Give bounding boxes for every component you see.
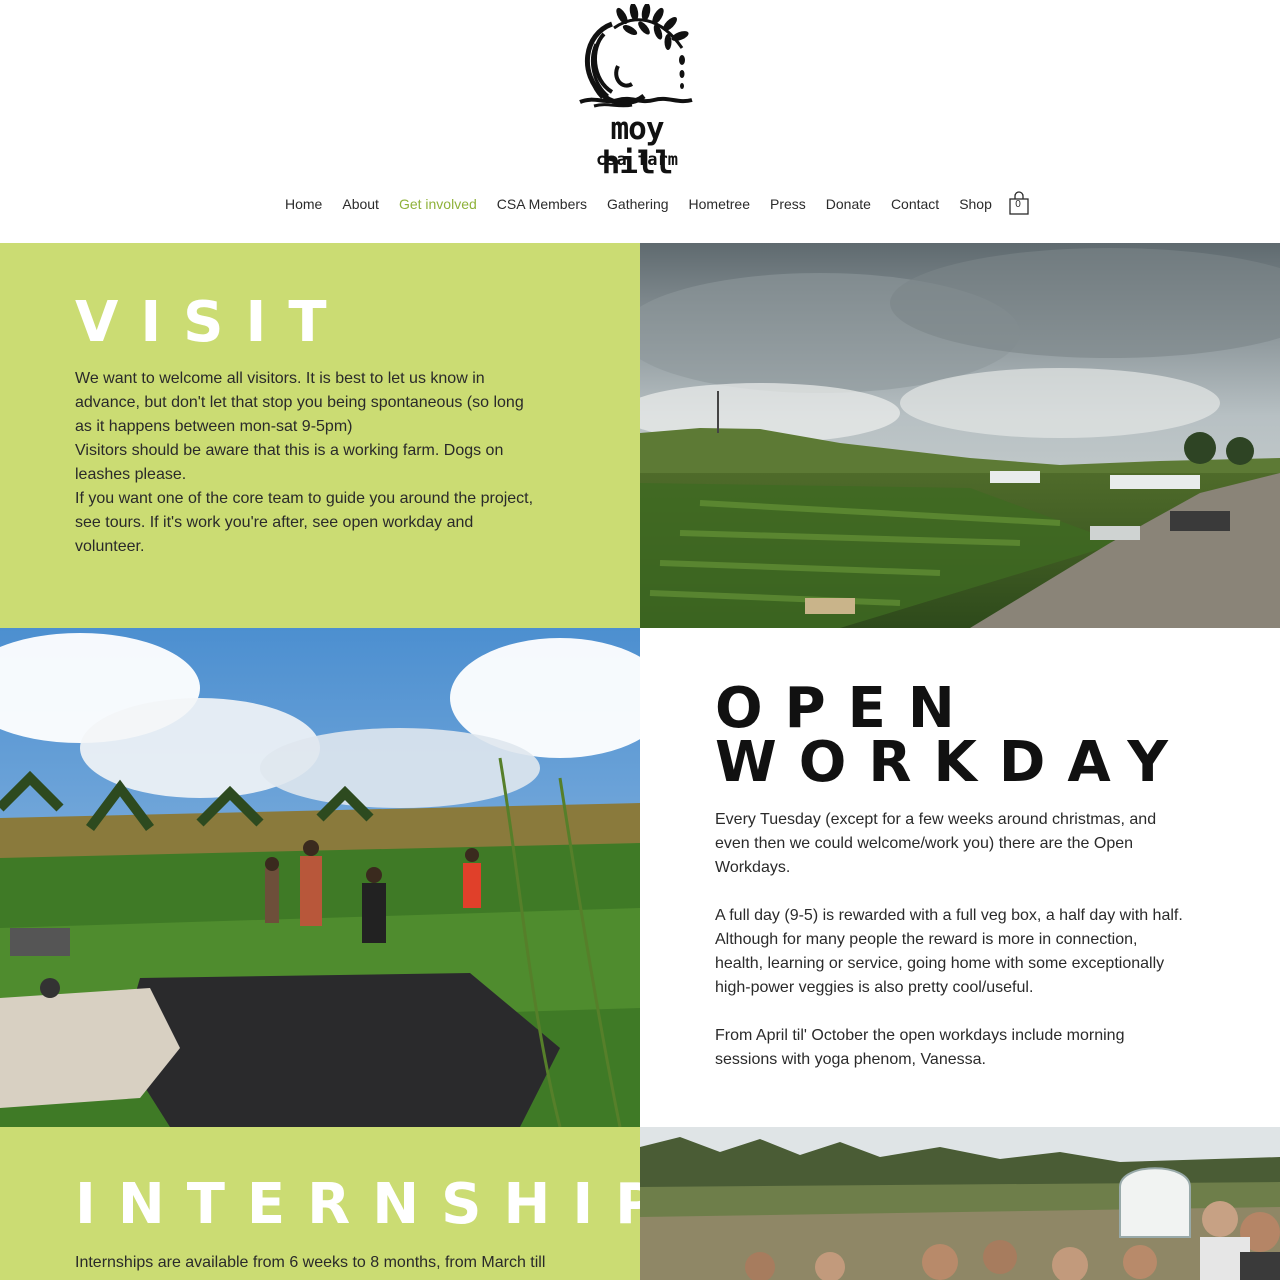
open-workday-paragraph: Every Tuesday (except for a few weeks ar… <box>715 811 1157 876</box>
farm-landscape-photo <box>640 243 1280 628</box>
brand-subtitle: csa farm <box>596 150 678 170</box>
visit-copy: We want to welcome all visitors. It is b… <box>75 367 545 559</box>
nav-item-contact[interactable]: Contact <box>881 193 949 215</box>
brand-logo[interactable]: moy hill csa farm <box>574 4 704 180</box>
open-workday-copy: Every Tuesday (except for a few weeks ar… <box>715 808 1185 1072</box>
nav-item-hometree[interactable]: Hometree <box>679 193 760 215</box>
group-gathering-photo <box>640 1127 1280 1280</box>
nav-item-about[interactable]: About <box>332 193 389 215</box>
cart-count: 0 <box>1015 199 1021 210</box>
site-header: moy hill csa farm Home About Get involve… <box>0 0 1280 243</box>
visit-paragraph: We want to welcome all visitors. It is b… <box>75 370 524 435</box>
open-workday-paragraph: A full day (9-5) is rewarded with a full… <box>715 907 1183 996</box>
open-workday-paragraph: From April til' October the open workday… <box>715 1027 1125 1068</box>
visit-section: VISIT We want to welcome all visitors. I… <box>0 243 640 628</box>
internship-heading: INTERNSHIP <box>75 1172 679 1237</box>
leaf-wave-icon <box>579 4 693 108</box>
open-workday-heading-line2: WORKDAY <box>715 730 1190 795</box>
nav-item-donate[interactable]: Donate <box>816 193 881 215</box>
cart-button[interactable]: 0 <box>1008 190 1030 216</box>
nav-item-home[interactable]: Home <box>275 193 332 215</box>
open-workday-heading-line1: OPEN <box>715 676 977 741</box>
nav-item-csa-members[interactable]: CSA Members <box>487 193 597 215</box>
open-workday-heading: OPEN WORKDAY <box>715 676 1190 795</box>
internship-copy: Internships are available from 6 weeks t… <box>75 1251 595 1275</box>
nav-item-shop[interactable]: Shop <box>949 193 1002 215</box>
visit-paragraph: Visitors should be aware that this is a … <box>75 442 504 483</box>
visit-heading: VISIT <box>75 290 349 355</box>
nav-item-press[interactable]: Press <box>760 193 816 215</box>
internship-section: INTERNSHIP Internships are available fro… <box>0 1127 656 1280</box>
open-workday-section: OPEN WORKDAY Every Tuesday (except for a… <box>640 628 1280 1127</box>
nav-item-get-involved[interactable]: Get involved <box>389 193 487 215</box>
internship-paragraph: Internships are available from 6 weeks t… <box>75 1254 546 1271</box>
nav-item-gathering[interactable]: Gathering <box>597 193 678 215</box>
main-nav: Home About Get involved CSA Members Gath… <box>275 193 1002 215</box>
visit-paragraph: If you want one of the core team to guid… <box>75 490 534 555</box>
volunteers-field-photo <box>0 628 640 1127</box>
